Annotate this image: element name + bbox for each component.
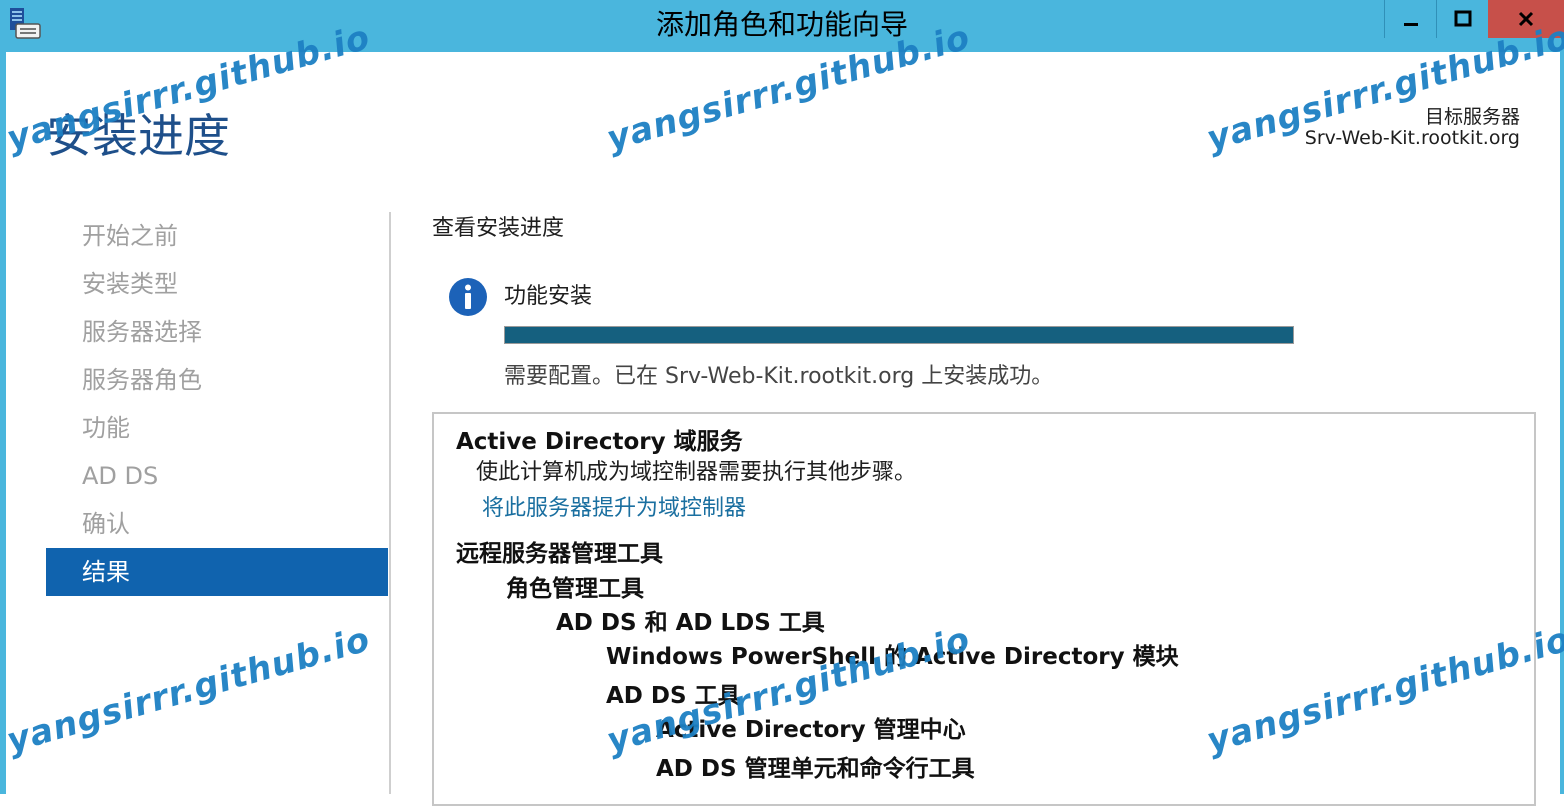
title-bar[interactable]: 添加角色和功能向导 xyxy=(0,0,1564,52)
installation-progress-bar xyxy=(504,326,1294,344)
nav-item-confirmation[interactable]: 确认 xyxy=(46,500,388,548)
result-ps-module: Windows PowerShell 的 Active Directory 模块 xyxy=(606,644,1179,670)
nav-item-installation-type[interactable]: 安装类型 xyxy=(46,260,388,308)
result-heading-rsat: 远程服务器管理工具 xyxy=(456,541,663,567)
nav-item-results[interactable]: 结果 xyxy=(46,548,388,596)
result-adds-adlds-tools: AD DS 和 AD LDS 工具 xyxy=(556,610,825,636)
result-role-tools: 角色管理工具 xyxy=(506,576,644,602)
installation-status: 需要配置。已在 Srv-Web-Kit.rootkit.org 上安装成功。 xyxy=(504,364,1054,389)
minimize-icon xyxy=(1404,23,1418,26)
result-snapins: AD DS 管理单元和命令行工具 xyxy=(656,756,975,782)
nav-item-server-roles[interactable]: 服务器角色 xyxy=(46,356,388,404)
watermark: yangsirrr.github.io xyxy=(2,619,375,762)
window-frame-left xyxy=(0,52,6,794)
results-panel[interactable]: Active Directory 域服务 使此计算机成为域控制器需要执行其他步骤… xyxy=(432,412,1536,806)
result-admin-center: Active Directory 管理中心 xyxy=(656,717,966,743)
wizard-nav: 开始之前 安装类型 服务器选择 服务器角色 功能 AD DS 确认 结果 xyxy=(46,212,388,596)
close-icon xyxy=(1518,11,1534,27)
maximize-icon xyxy=(1454,10,1472,27)
window-frame-right xyxy=(1560,52,1564,794)
section-title: 查看安装进度 xyxy=(432,216,565,241)
page-title: 安装进度 xyxy=(46,109,230,163)
result-adds-description: 使此计算机成为域控制器需要执行其他步骤。 xyxy=(476,460,917,485)
progress-fill xyxy=(505,327,1293,343)
minimize-button[interactable] xyxy=(1384,0,1437,38)
nav-divider xyxy=(389,212,391,794)
nav-item-features[interactable]: 功能 xyxy=(46,404,388,452)
info-icon xyxy=(449,278,487,316)
target-server-value: Srv-Web-Kit.rootkit.org xyxy=(1304,127,1520,149)
target-server-label: 目标服务器 xyxy=(1424,106,1520,128)
window-title: 添加角色和功能向导 xyxy=(655,8,908,41)
nav-item-before-you-begin[interactable]: 开始之前 xyxy=(46,212,388,260)
feature-installation-title: 功能安装 xyxy=(504,284,593,309)
close-button[interactable] xyxy=(1488,0,1564,38)
nav-item-server-selection[interactable]: 服务器选择 xyxy=(46,308,388,356)
result-heading-adds: Active Directory 域服务 xyxy=(456,429,743,455)
promote-to-dc-link[interactable]: 将此服务器提升为域控制器 xyxy=(482,490,746,522)
nav-item-ad-ds[interactable]: AD DS xyxy=(46,452,388,500)
result-adds-tools: AD DS 工具 xyxy=(606,683,741,709)
maximize-button[interactable] xyxy=(1436,0,1489,38)
